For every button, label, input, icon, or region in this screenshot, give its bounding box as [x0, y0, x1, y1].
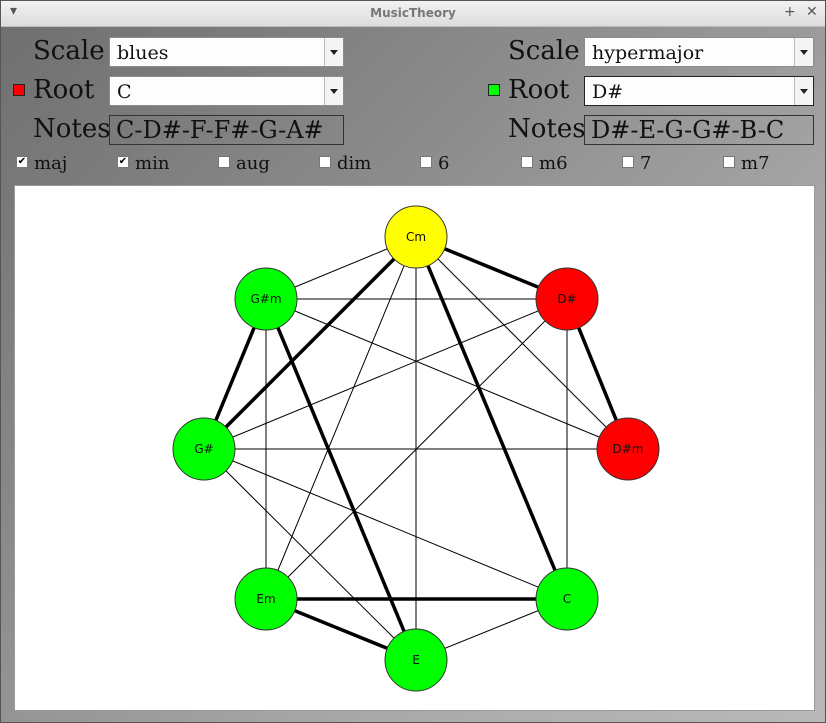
window-title: MusicTheory [370, 6, 456, 20]
checkbox-7[interactable] [622, 156, 634, 168]
right-root-dropdown-button[interactable] [794, 77, 813, 105]
right-scale-select[interactable]: hypermajor [584, 37, 814, 67]
checkbox-label-aug: aug [236, 153, 270, 174]
chord-graph-canvas: Cm D# D#m C E Em G# G#m [14, 185, 815, 711]
right-root-select[interactable]: D# [584, 76, 814, 106]
checkbox-label-dim: dim [337, 153, 372, 174]
left-scale-dropdown-button[interactable] [324, 38, 343, 66]
chord-node-G#[interactable]: G# [172, 417, 236, 481]
checkbox-m7[interactable] [723, 156, 735, 168]
left-scale-select[interactable]: blues [109, 37, 344, 67]
edge-thick-Cm-G# [202, 235, 418, 451]
checkbox-dim[interactable] [319, 156, 331, 168]
right-scale-dropdown-button[interactable] [794, 38, 813, 66]
checkbox-6[interactable] [420, 156, 432, 168]
left-notes-display: C-D#-F-F#-G-A# [109, 115, 344, 145]
maximize-plus-icon[interactable]: + [784, 4, 796, 20]
chord-node-label: D#m [613, 442, 644, 456]
chord-node-C[interactable]: C [535, 567, 599, 631]
left-scale-value: blues [117, 42, 169, 64]
chevron-down-icon [330, 89, 338, 94]
checkbox-min[interactable]: ✔ [117, 156, 129, 168]
chord-node-D#m[interactable]: D#m [596, 417, 660, 481]
chord-node-label: D# [557, 292, 576, 306]
title-bar: ▾ MusicTheory + ✕ [1, 1, 825, 27]
checkbox-aug[interactable] [218, 156, 230, 168]
chord-graph: Cm D# D#m C E Em G# G#m [172, 205, 660, 692]
chord-node-Em[interactable]: Em [234, 567, 298, 631]
chord-node-label: C [563, 592, 571, 606]
left-root-label: Root [33, 75, 95, 105]
checkbox-maj[interactable]: ✔ [16, 156, 28, 168]
chord-node-E[interactable]: E [384, 628, 448, 692]
right-notes-label: Notes [508, 114, 586, 144]
left-scale-label: Scale [33, 36, 105, 66]
chord-node-label: Cm [406, 230, 426, 244]
checkbox-label-6: 6 [438, 153, 450, 174]
left-root-select[interactable]: C [109, 76, 344, 106]
left-root-dropdown-button[interactable] [324, 77, 343, 105]
right-notes-display: D#-E-G-G#-B-C [584, 115, 814, 145]
chord-node-label: Em [256, 592, 275, 606]
chevron-down-icon [800, 89, 808, 94]
chord-node-label: G# [194, 442, 213, 456]
left-root-value: C [117, 81, 132, 103]
checkbox-label-maj: maj [34, 153, 68, 174]
music-theory-window: ▾ MusicTheory + ✕ Scale blues Root C Not… [0, 0, 826, 723]
right-root-color-swatch [488, 84, 500, 96]
right-root-value: D# [592, 81, 624, 103]
checkbox-label-m7: m7 [741, 153, 770, 174]
right-scale-value: hypermajor [592, 42, 704, 64]
chord-node-Cm[interactable]: Cm [384, 205, 448, 269]
chevron-down-icon [330, 50, 338, 55]
left-root-color-swatch [13, 84, 25, 96]
checkbox-label-min: min [135, 153, 170, 174]
chord-node-G#m[interactable]: G#m [234, 267, 298, 331]
right-scale-label: Scale [508, 36, 580, 66]
checkbox-m6[interactable] [521, 156, 533, 168]
checkbox-label-7: 7 [640, 153, 652, 174]
chevron-down-icon [800, 50, 808, 55]
right-root-label: Root [508, 75, 570, 105]
chord-node-label: G#m [250, 292, 281, 306]
chord-node-D#[interactable]: D# [535, 267, 599, 331]
checkbox-label-m6: m6 [539, 153, 568, 174]
chord-node-label: E [412, 653, 420, 667]
close-icon[interactable]: ✕ [806, 4, 818, 20]
left-notes-label: Notes [33, 114, 111, 144]
